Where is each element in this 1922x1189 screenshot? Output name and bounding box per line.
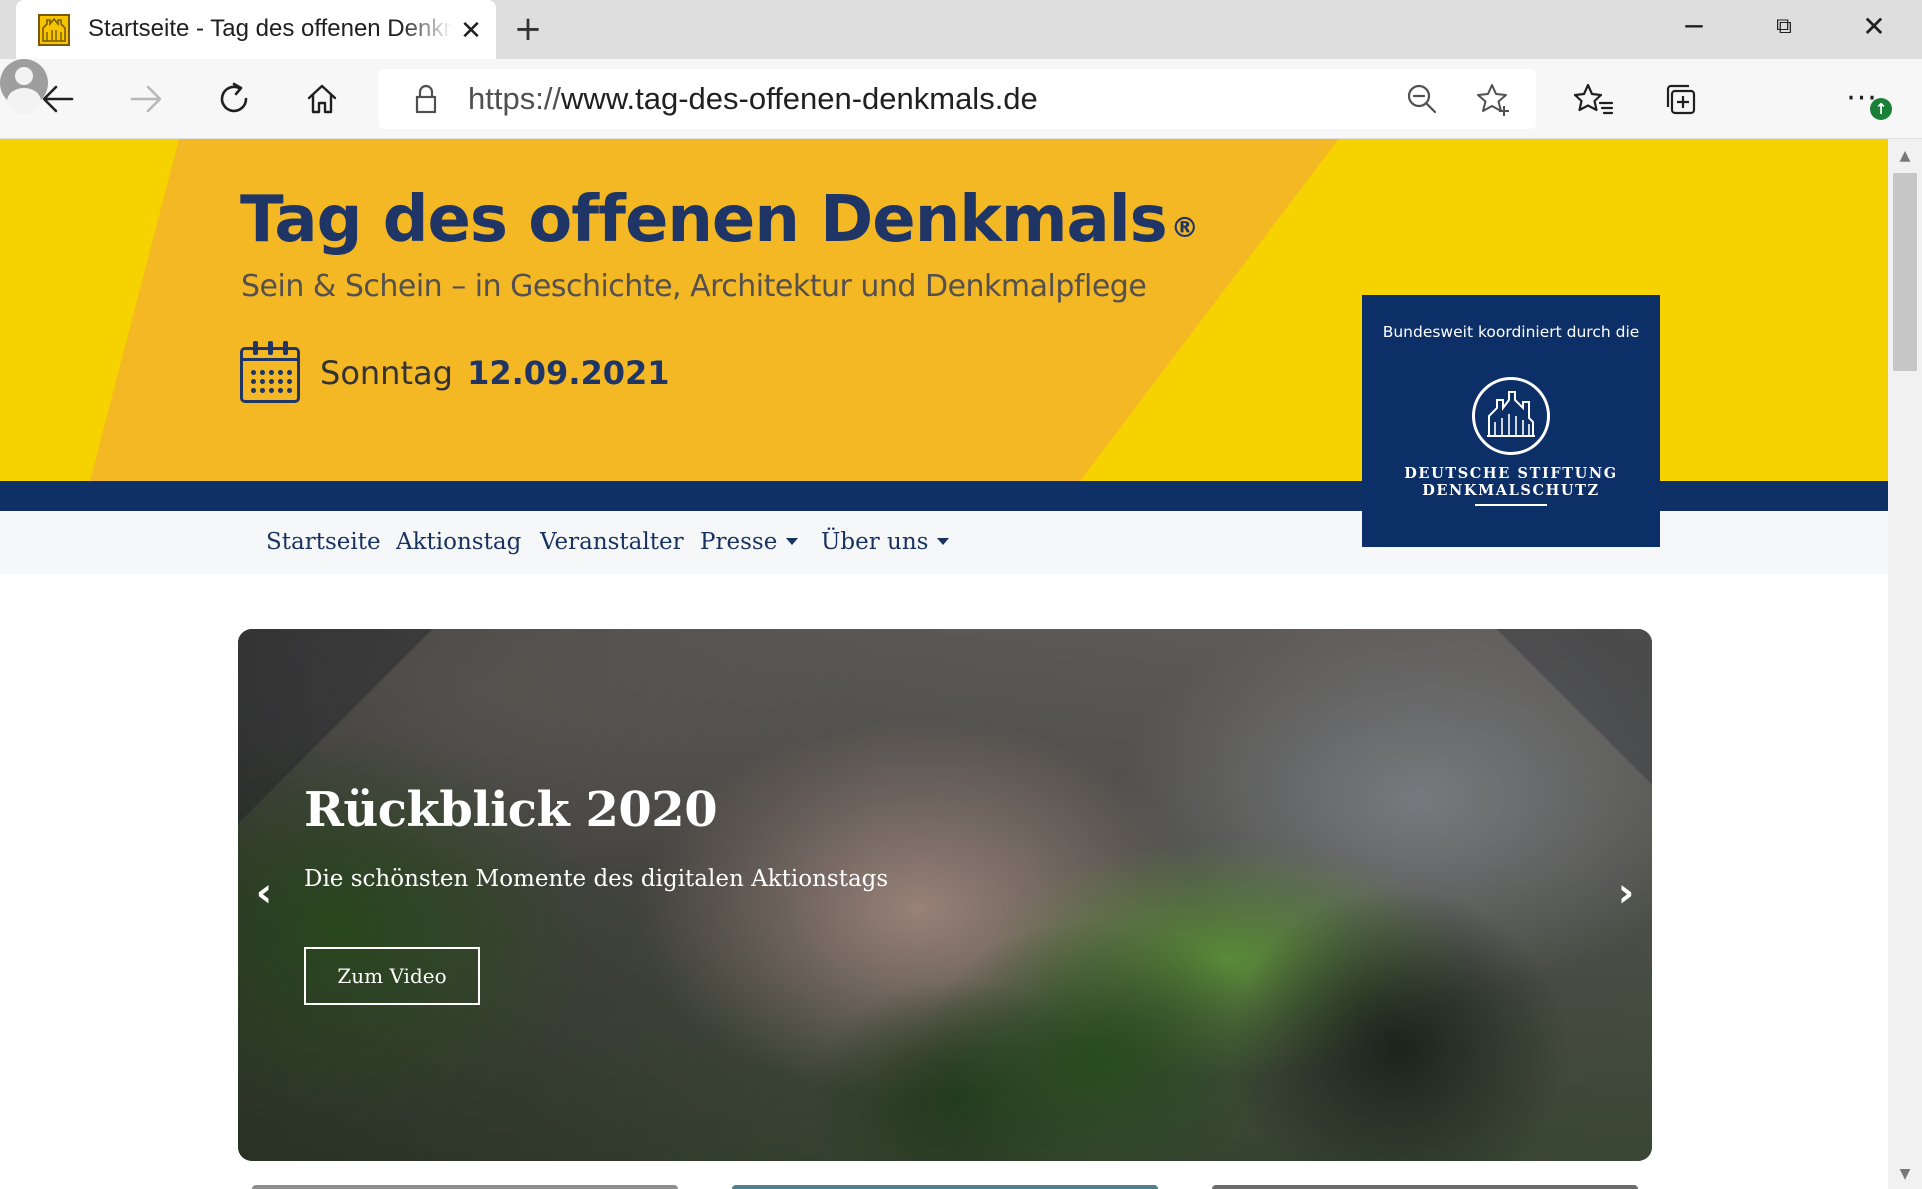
tab-title: Startseite - Tag des offenen Denkmals bbox=[88, 15, 452, 42]
carousel-text: Die schönsten Momente des digitalen Akti… bbox=[304, 866, 889, 892]
window-minimize-button[interactable]: ─ bbox=[1650, 0, 1738, 54]
event-date: Sonntag 12.09.2021 bbox=[320, 351, 670, 395]
partner-name-line2: DENKMALSCHUTZ bbox=[1422, 482, 1600, 499]
content-card-top[interactable] bbox=[1212, 1185, 1638, 1189]
calendar-ring bbox=[283, 341, 288, 355]
site-subtitle: Sein & Schein – in Geschichte, Architekt… bbox=[241, 269, 1147, 304]
caret-down-icon bbox=[786, 537, 799, 545]
address-url[interactable]: https://www.tag-des-offenen-denkmals.de bbox=[468, 80, 1038, 118]
nav-item-veranstalter[interactable]: Veranstalter bbox=[540, 526, 684, 558]
site-title[interactable]: Tag des offenen Denkmals ® bbox=[240, 181, 1199, 259]
scroll-down-icon[interactable]: ▼ bbox=[1888, 1163, 1922, 1185]
partner-caption: Bundesweit koordiniert durch die bbox=[1382, 323, 1640, 341]
url-scheme: https:// bbox=[468, 81, 562, 116]
chevron-right-icon[interactable]: › bbox=[1606, 865, 1646, 921]
content-card-top[interactable] bbox=[732, 1185, 1158, 1189]
url-host: www.tag-des-offenen-denkmals.de bbox=[561, 81, 1038, 116]
hero-carousel: Rückblick 2020 Die schönsten Momente des… bbox=[238, 629, 1652, 1161]
partner-name-line1: DEUTSCHE STIFTUNG bbox=[1404, 465, 1618, 482]
nav-item-ueber-uns-label: Über uns bbox=[821, 529, 929, 555]
partner-emblem-icon bbox=[1472, 377, 1550, 455]
tab-close-icon[interactable]: ✕ bbox=[454, 14, 488, 48]
page-viewport: Tag des offenen Denkmals ® Sein & Schein … bbox=[0, 139, 1888, 1189]
profile-head bbox=[15, 67, 33, 85]
new-tab-button[interactable]: + bbox=[508, 12, 548, 48]
partner-logo-box[interactable]: Bundesweit koordiniert durch die DEUTSCH… bbox=[1362, 295, 1660, 547]
refresh-icon[interactable] bbox=[208, 73, 260, 125]
carousel-title: Rückblick 2020 bbox=[304, 782, 718, 838]
calendar-grid bbox=[249, 368, 293, 396]
nav-item-startseite[interactable]: Startseite bbox=[266, 526, 381, 558]
collections-icon[interactable] bbox=[1656, 73, 1708, 125]
event-date-prefix: Sonntag bbox=[320, 354, 453, 392]
page-scrollbar[interactable]: ▲ ▼ bbox=[1888, 139, 1922, 1189]
zum-video-button[interactable]: Zum Video bbox=[304, 947, 480, 1005]
partner-rule bbox=[1475, 504, 1547, 506]
window-restore-button[interactable]: ⧉ bbox=[1740, 0, 1828, 54]
browser-toolbar: https://www.tag-des-offenen-denkmals.de … bbox=[0, 59, 1922, 139]
nav-item-ueber-uns[interactable]: Über uns bbox=[821, 526, 950, 558]
calendar-header bbox=[243, 358, 297, 361]
lock-icon[interactable] bbox=[408, 81, 444, 117]
address-bar[interactable]: https://www.tag-des-offenen-denkmals.de bbox=[378, 69, 1536, 129]
calendar-ring bbox=[268, 341, 273, 355]
event-date-value: 12.09.2021 bbox=[467, 354, 670, 392]
scroll-up-icon[interactable]: ▲ bbox=[1888, 145, 1922, 167]
content-card-top[interactable] bbox=[252, 1185, 678, 1189]
scrollbar-thumb[interactable] bbox=[1893, 173, 1917, 371]
site-favicon-icon bbox=[38, 14, 70, 46]
partner-name: DEUTSCHE STIFTUNG DENKMALSCHUTZ bbox=[1362, 465, 1660, 499]
carousel-overlay bbox=[238, 629, 1652, 1161]
home-icon[interactable] bbox=[296, 73, 348, 125]
update-badge-icon[interactable]: ↑ bbox=[1870, 98, 1892, 120]
chevron-left-icon[interactable]: ‹ bbox=[244, 865, 284, 921]
window-close-button[interactable]: ✕ bbox=[1830, 0, 1918, 54]
nav-item-aktionstag[interactable]: Aktionstag bbox=[396, 526, 521, 558]
favorites-icon[interactable] bbox=[1568, 73, 1620, 125]
calendar-ring bbox=[253, 341, 258, 355]
registered-mark: ® bbox=[1170, 211, 1199, 244]
caret-down-icon bbox=[937, 537, 950, 545]
zoom-out-icon[interactable] bbox=[1402, 79, 1442, 119]
profile-body bbox=[7, 88, 41, 114]
forward-icon[interactable] bbox=[120, 73, 172, 125]
calendar-icon bbox=[240, 341, 300, 403]
nav-item-presse[interactable]: Presse bbox=[700, 526, 799, 558]
add-favorite-icon[interactable] bbox=[1474, 79, 1514, 119]
site-title-text: Tag des offenen Denkmals bbox=[240, 183, 1168, 257]
nav-item-presse-label: Presse bbox=[700, 529, 778, 555]
browser-tab[interactable]: Startseite - Tag des offenen Denkmals ✕ bbox=[16, 0, 496, 59]
tab-strip: Startseite - Tag des offenen Denkmals ✕ … bbox=[0, 0, 1922, 59]
